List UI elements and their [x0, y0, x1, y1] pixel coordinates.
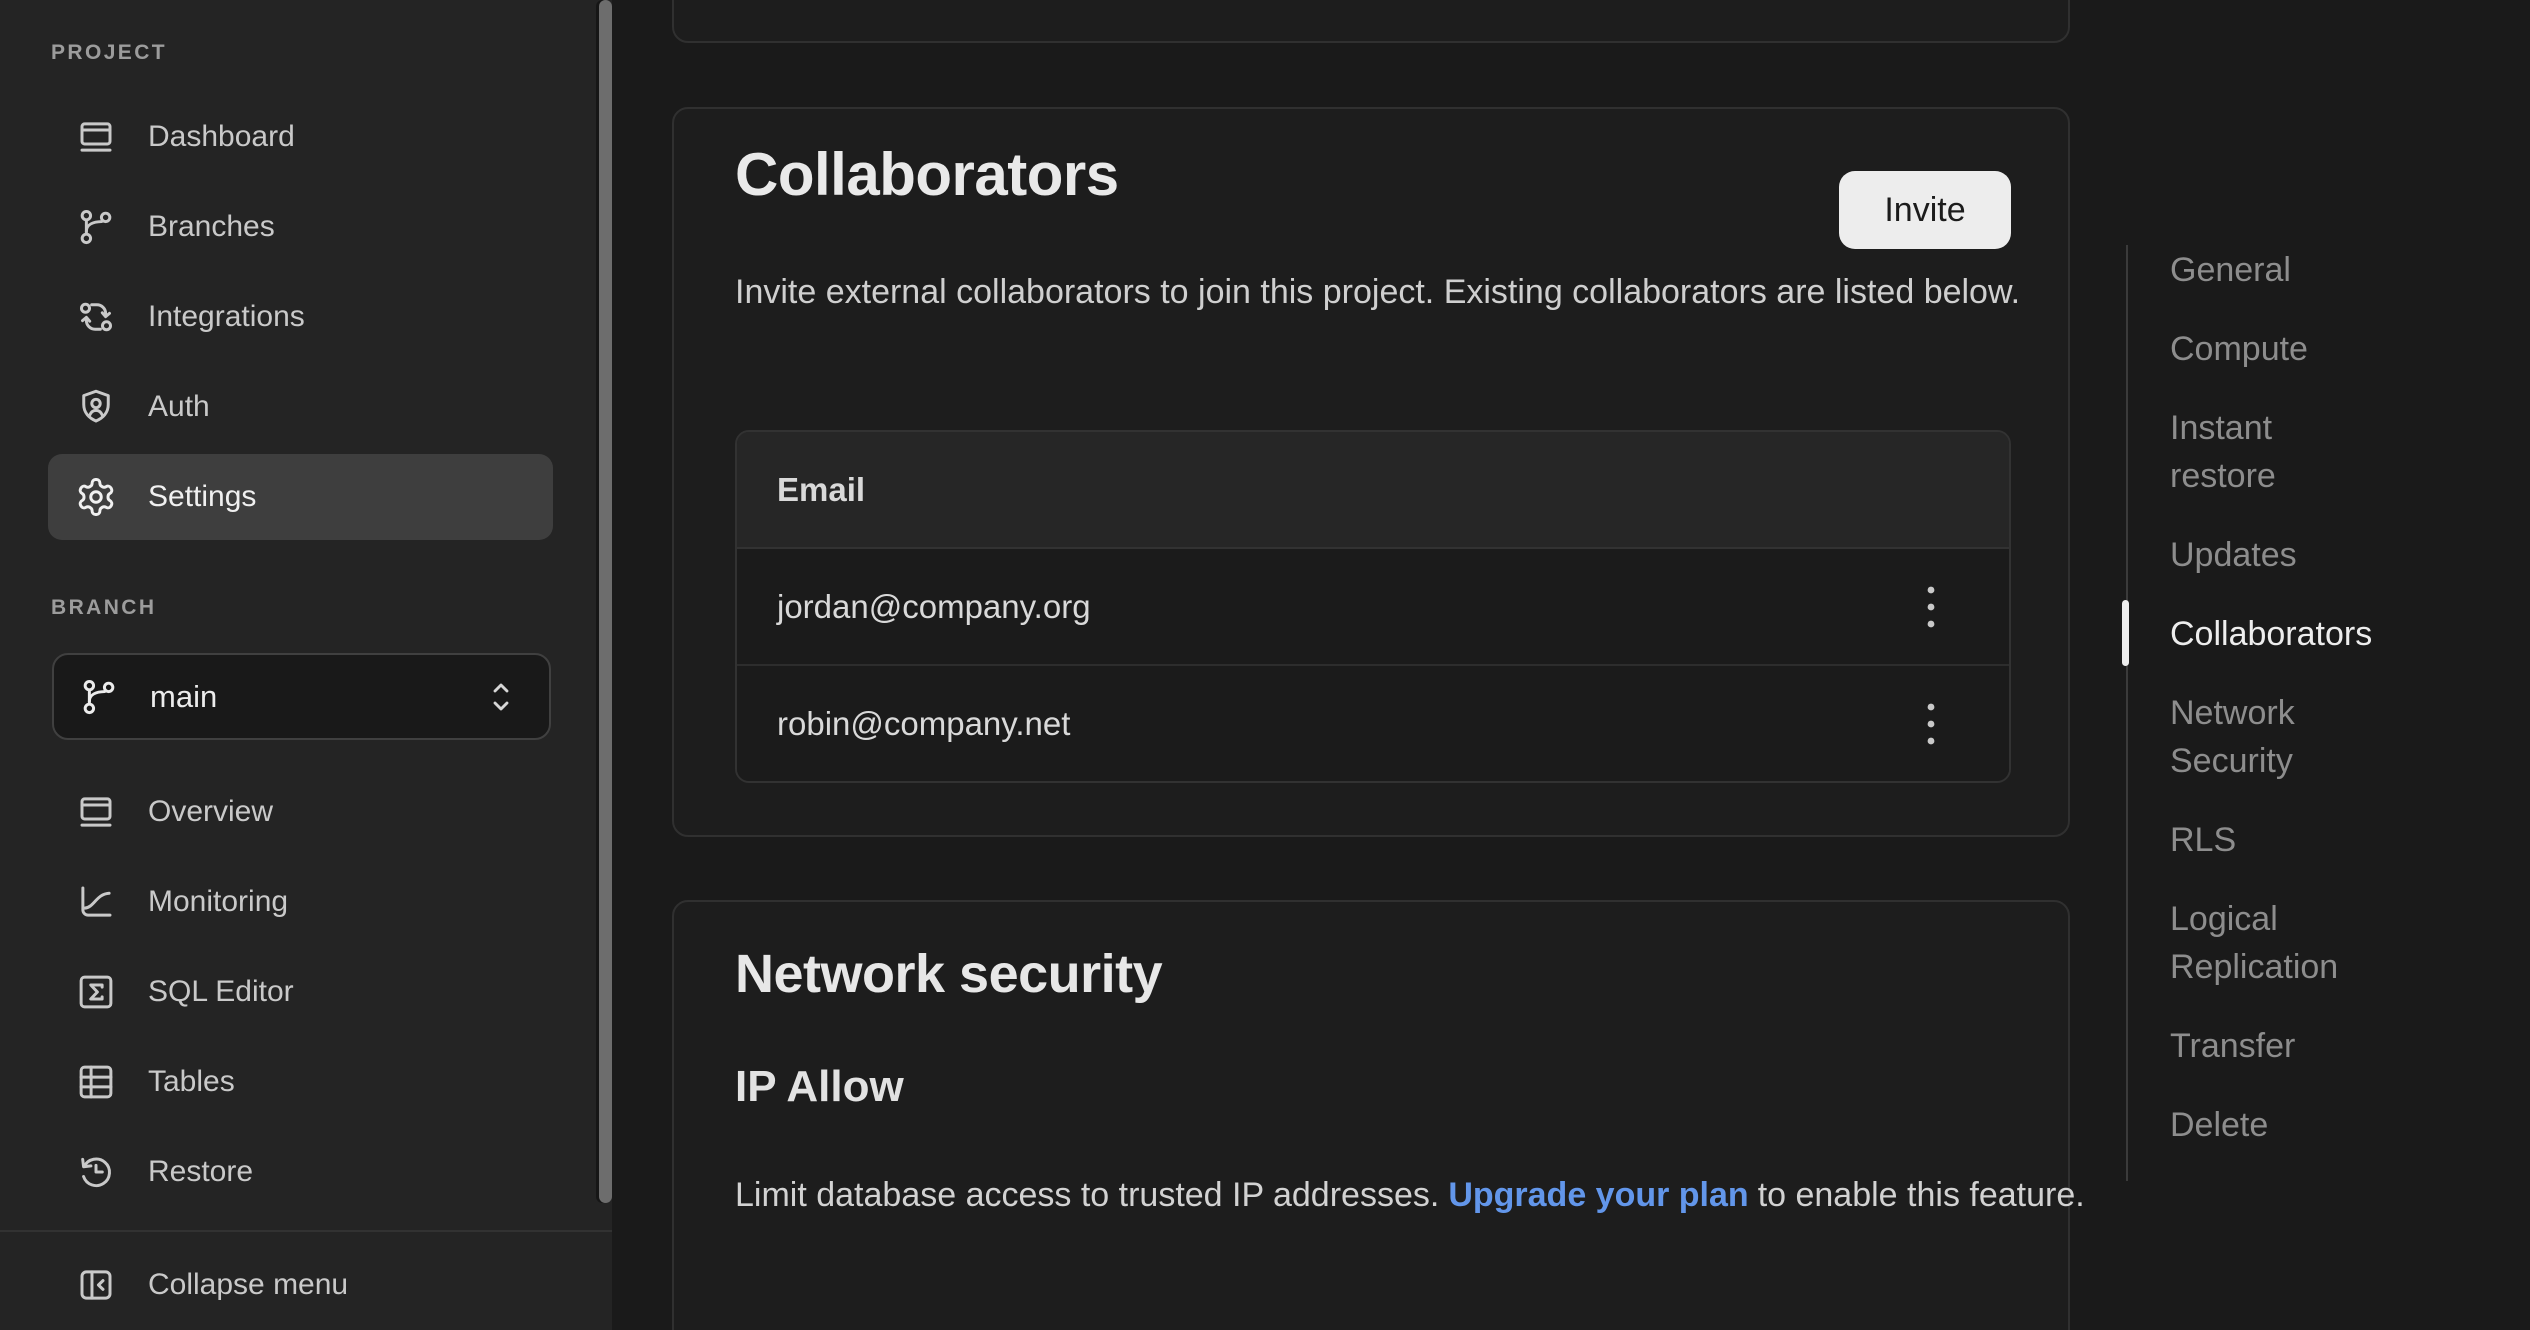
history-clock-icon [75, 1151, 117, 1193]
page-nav-item-network-security[interactable]: Network Security [2170, 689, 2500, 785]
sidebar-item-auth[interactable]: Auth [48, 364, 553, 450]
collaborators-table: Email jordan@company.org robin@company.n… [735, 430, 2011, 783]
page-nav-active-indicator [2122, 600, 2129, 666]
page-nav-item-general[interactable]: General [2170, 246, 2500, 294]
overview-icon [75, 791, 117, 833]
page-nav-item-compute[interactable]: Compute [2170, 325, 2500, 373]
network-security-title: Network security [735, 942, 1162, 1006]
page-nav-item-logical-replication[interactable]: Logical Replication [2170, 895, 2500, 991]
collaborator-email: robin@company.net [777, 705, 1070, 743]
sidebar-item-restore[interactable]: Restore [48, 1129, 553, 1215]
invite-button[interactable]: Invite [1839, 171, 2011, 249]
sidebar-item-label: Settings [148, 480, 256, 514]
upgrade-plan-link[interactable]: Upgrade your plan [1448, 1176, 1748, 1214]
table-row: jordan@company.org [737, 549, 2009, 664]
sidebar-item-overview[interactable]: Overview [48, 769, 553, 855]
collapse-menu-button[interactable]: Collapse menu [48, 1242, 553, 1328]
sidebar-item-monitoring[interactable]: Monitoring [48, 859, 553, 945]
dashboard-icon [75, 116, 117, 158]
sidebar-item-label: Integrations [148, 300, 305, 334]
collaborators-title: Collaborators [735, 137, 1119, 213]
chart-icon [75, 881, 117, 923]
git-branch-icon [78, 676, 120, 718]
sidebar-item-label: Overview [148, 795, 273, 829]
description-text: Limit database access to trusted IP addr… [735, 1176, 1439, 1214]
ip-allow-description: Limit database access to trusted IP addr… [735, 1170, 2135, 1220]
branch-section-label: BRANCH [51, 596, 156, 620]
collaborators-description: Invite external collaborators to join th… [735, 267, 2115, 317]
sidebar-item-settings[interactable]: Settings [48, 454, 553, 540]
sidebar-item-label: Auth [148, 390, 210, 424]
gear-icon [75, 476, 117, 518]
sidebar-item-integrations[interactable]: Integrations [48, 274, 553, 360]
chevrons-up-down-icon [483, 674, 519, 720]
sidebar-item-label: Tables [148, 1065, 235, 1099]
sidebar-item-label: Monitoring [148, 885, 288, 919]
page-nav-item-instant-restore[interactable]: Instant restore [2170, 404, 2500, 500]
sidebar-item-dashboard[interactable]: Dashboard [48, 94, 553, 180]
sql-editor-icon [75, 971, 117, 1013]
sidebar-scrollbar-thumb[interactable] [599, 0, 612, 1203]
sidebar: PROJECT Dashboard Branches [0, 0, 612, 1330]
page-nav-item-collaborators[interactable]: Collaborators [2170, 610, 2500, 658]
shield-user-icon [75, 386, 117, 428]
ip-allow-subtitle: IP Allow [735, 1060, 904, 1114]
page-nav-item-transfer[interactable]: Transfer [2170, 1022, 2500, 1070]
integrations-icon [75, 296, 117, 338]
sidebar-item-label: Branches [148, 210, 275, 244]
collapse-menu-label: Collapse menu [148, 1268, 348, 1302]
network-security-card: Network security IP Allow Limit database… [672, 900, 2070, 1330]
sidebar-item-label: SQL Editor [148, 975, 294, 1009]
branch-selector-value: main [150, 679, 217, 715]
neon-console-page: PROJECT Dashboard Branches [0, 0, 2530, 1330]
branch-selector[interactable]: main [52, 653, 551, 740]
panel-collapse-icon [75, 1264, 117, 1306]
page-nav-item-delete[interactable]: Delete [2170, 1101, 2500, 1149]
sidebar-item-sql-editor[interactable]: SQL Editor [48, 949, 553, 1035]
table-header-row: Email [737, 432, 2009, 549]
previous-card-partial [672, 0, 2070, 43]
kebab-menu-icon [1913, 693, 1949, 755]
sidebar-item-label: Restore [148, 1155, 253, 1189]
collaborator-email: jordan@company.org [777, 588, 1091, 626]
description-text: to enable this feature. [1758, 1176, 2085, 1214]
sidebar-item-label: Dashboard [148, 120, 295, 154]
sidebar-item-branches[interactable]: Branches [48, 184, 553, 270]
table-icon [75, 1061, 117, 1103]
page-nav-rail [2126, 245, 2128, 1181]
collaborators-card: Collaborators Invite Invite external col… [672, 107, 2070, 837]
page-nav-item-rls[interactable]: RLS [2170, 816, 2500, 864]
table-row: robin@company.net [737, 664, 2009, 781]
sidebar-item-tables[interactable]: Tables [48, 1039, 553, 1125]
sidebar-footer-divider [0, 1230, 612, 1232]
email-column-header: Email [777, 471, 865, 509]
git-branch-icon [75, 206, 117, 248]
project-section-label: PROJECT [51, 41, 167, 65]
page-nav-item-updates[interactable]: Updates [2170, 531, 2500, 579]
page-section-nav: General Compute Instant restore Updates … [2170, 246, 2500, 1149]
kebab-menu-icon [1913, 576, 1949, 638]
row-actions-button[interactable] [1905, 689, 1957, 759]
row-actions-button[interactable] [1905, 572, 1957, 642]
